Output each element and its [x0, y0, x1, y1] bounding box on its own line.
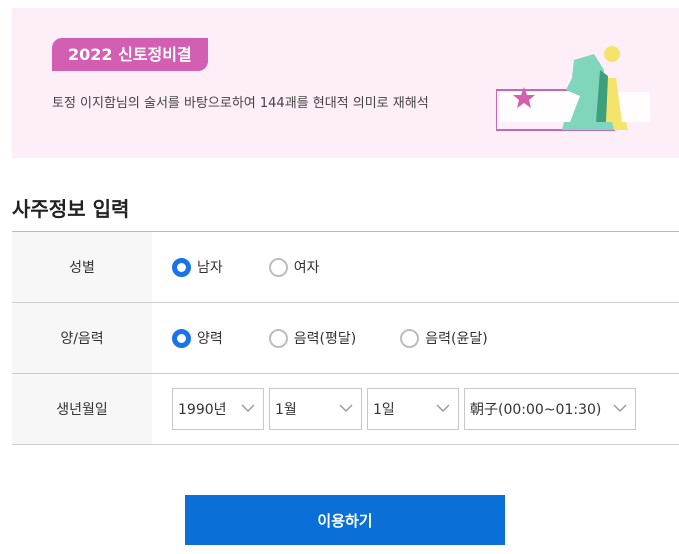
gender-row: 성별 남자 여자 [12, 232, 679, 303]
radio-unchecked-icon [268, 257, 288, 277]
birth-year-select[interactable]: 1990년 [172, 388, 264, 430]
gender-female-label: 여자 [293, 260, 320, 276]
calendar-solar-label: 양력 [197, 331, 223, 347]
submit-button[interactable]: 이용하기 [185, 495, 505, 545]
radio-checked-icon [172, 257, 191, 277]
chevron-down-icon [339, 404, 353, 412]
birth-month-value: 1월 [275, 402, 297, 418]
radio-unchecked-icon [268, 328, 288, 348]
calendar-lunar-leap-radio[interactable]: 음력(윤달) [400, 328, 488, 348]
calendar-lunar-label: 음력(평달) [293, 331, 357, 347]
birth-label: 생년월일 [12, 374, 152, 444]
chevron-down-icon [613, 404, 627, 412]
birth-month-select[interactable]: 1월 [269, 388, 362, 430]
section-title: 사주정보 입력 [12, 197, 130, 221]
birth-hour-select[interactable]: 朝子(00:00~01:30) [464, 388, 636, 430]
birth-year-value: 1990년 [178, 402, 227, 418]
promo-banner: 2022 신토정비결 토정 이지함님의 술서를 바탕으로하여 144괘를 현대적… [12, 8, 679, 158]
chevron-down-icon [241, 404, 255, 412]
calendar-solar-radio[interactable]: 양력 [172, 328, 223, 348]
gender-male-radio[interactable]: 남자 [172, 257, 223, 277]
saju-form: 성별 남자 여자 양/음력 양력 음력(평달) 음력(윤달) 생년월일 1990… [12, 231, 679, 445]
radio-unchecked-icon [400, 328, 420, 348]
birth-hour-value: 朝子(00:00~01:30) [470, 402, 602, 418]
banner-badge: 2022 신토정비결 [52, 38, 208, 71]
calendar-lunar-leap-label: 음력(윤달) [425, 331, 488, 347]
banner-description: 토정 이지함님의 술서를 바탕으로하여 144괘를 현대적 의미로 재해석 [52, 96, 429, 111]
calendar-lunar-radio[interactable]: 음력(평달) [268, 328, 357, 348]
calendar-row: 양/음력 양력 음력(평달) 음력(윤달) [12, 303, 679, 374]
chess-illustration [496, 46, 650, 131]
gender-label: 성별 [12, 232, 152, 302]
gender-male-label: 남자 [197, 260, 223, 276]
chevron-down-icon [436, 404, 450, 412]
birth-row: 생년월일 1990년 1월 1일 朝子(00:00~01:30) [12, 374, 679, 445]
radio-checked-icon [172, 328, 191, 348]
gender-female-radio[interactable]: 여자 [268, 257, 320, 277]
birth-day-select[interactable]: 1일 [367, 388, 459, 430]
calendar-label: 양/음력 [12, 303, 152, 373]
birth-day-value: 1일 [373, 402, 395, 418]
